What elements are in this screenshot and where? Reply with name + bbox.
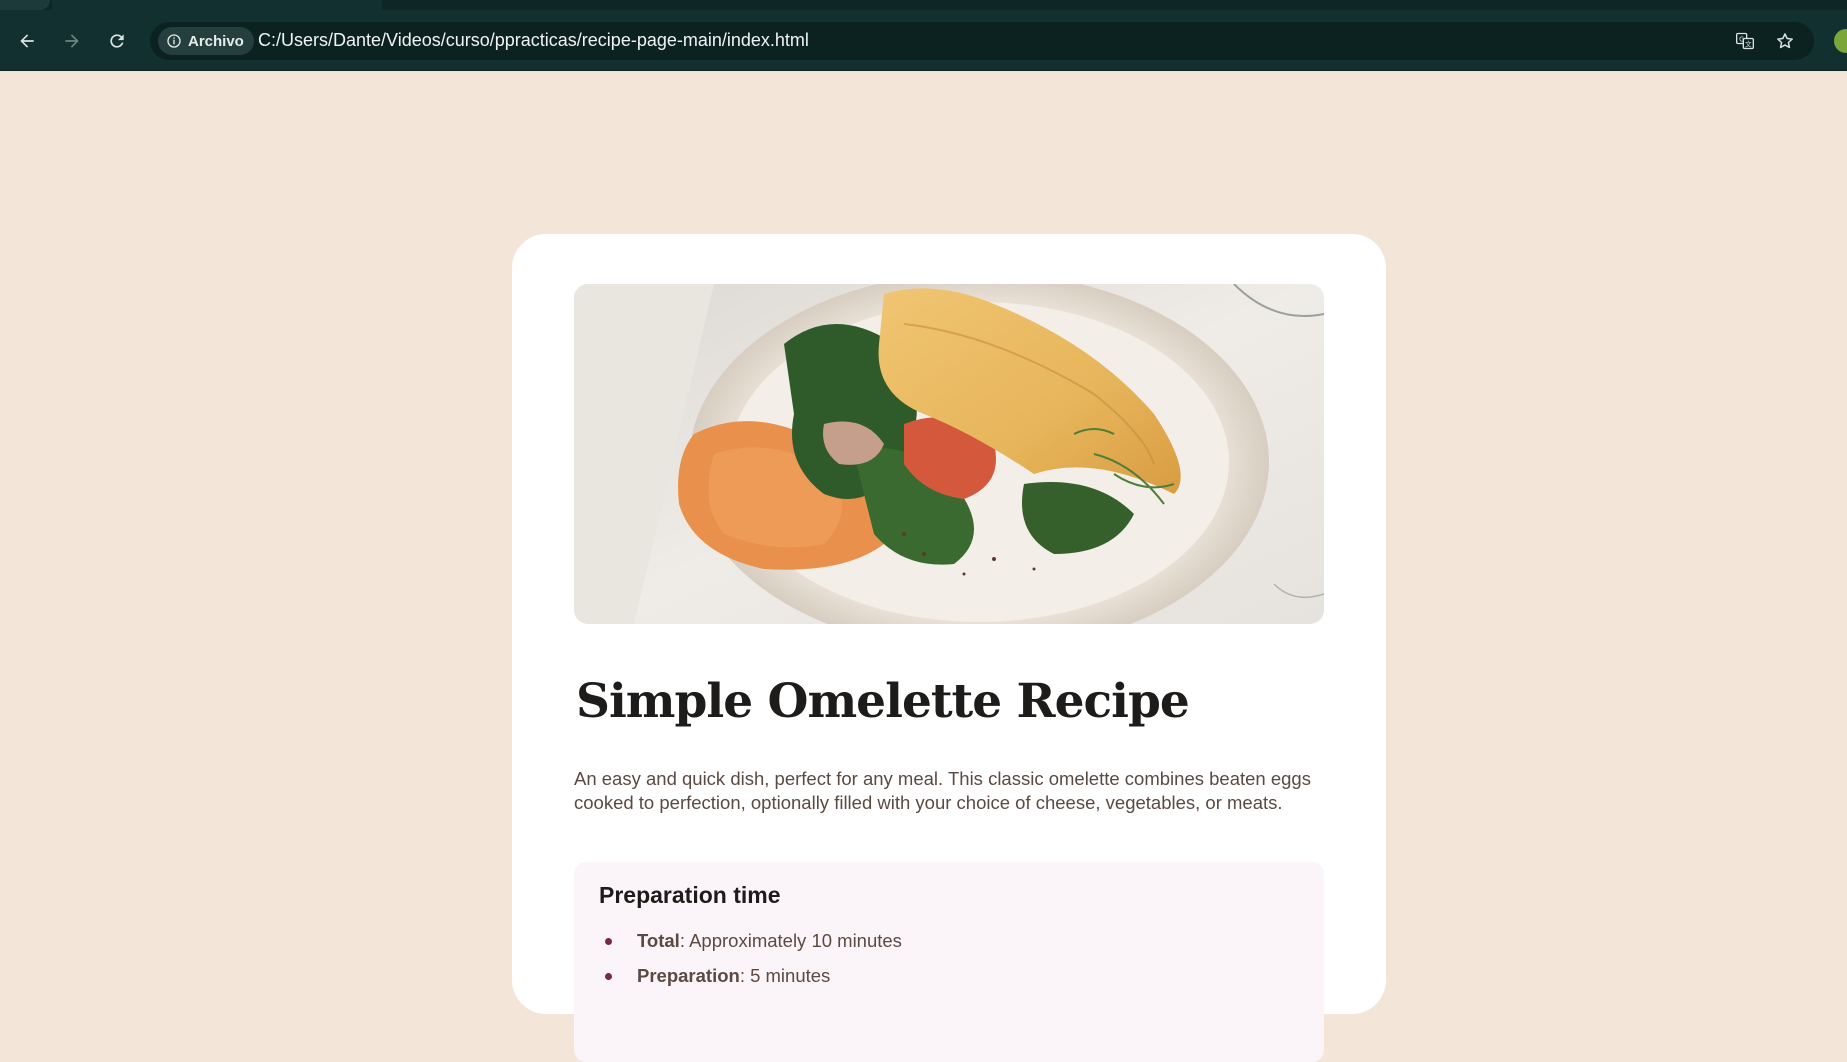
list-item: Preparation: 5 minutes	[599, 965, 902, 1000]
preparation-time-box: Preparation time Total: Approximately 10…	[574, 862, 1324, 1062]
arrow-left-icon	[20, 34, 34, 48]
list-item-value: : 5 minutes	[739, 965, 831, 986]
recipe-card: Simple Omelette Recipe An easy and quick…	[512, 234, 1386, 1062]
profile-avatar[interactable]	[1834, 29, 1847, 53]
list-item: Total: Approximately 10 minutes	[599, 930, 902, 965]
recipe-title: Simple Omelette Recipe	[576, 674, 1190, 729]
browser-toolbar: Archivo C:/Users/Dante/Videos/curso/ppra…	[0, 0, 1847, 71]
bullet-icon	[605, 973, 612, 980]
reload-button[interactable]	[100, 24, 134, 58]
address-bar[interactable]: Archivo C:/Users/Dante/Videos/curso/ppra…	[150, 22, 1814, 60]
site-info-chip[interactable]: Archivo	[158, 27, 254, 55]
translate-icon: G 文	[1736, 32, 1754, 50]
tab-active[interactable]	[52, 0, 382, 10]
tab-strip	[0, 0, 1847, 10]
back-button[interactable]	[10, 24, 44, 58]
url-text[interactable]: C:/Users/Dante/Videos/curso/ppracticas/r…	[258, 30, 809, 51]
svg-text:文: 文	[1745, 39, 1752, 48]
forward-button[interactable]	[55, 24, 89, 58]
translate-button[interactable]: G 文	[1734, 30, 1756, 52]
preparation-heading: Preparation time	[599, 882, 781, 908]
reload-icon	[110, 34, 124, 48]
bookmark-button[interactable]	[1774, 30, 1796, 52]
preparation-list: Total: Approximately 10 minutes Preparat…	[599, 930, 902, 1000]
bullet-icon	[605, 938, 612, 945]
info-icon	[167, 34, 181, 48]
omelette-image	[574, 284, 1324, 624]
site-info-label: Archivo	[188, 32, 244, 50]
star-icon	[1777, 33, 1793, 49]
list-item-label: Total	[637, 930, 680, 951]
list-item-value: : Approximately 10 minutes	[679, 930, 902, 951]
recipe-intro: An easy and quick dish, perfect for any …	[574, 768, 1311, 813]
arrow-right-icon	[65, 34, 79, 48]
list-item-label: Preparation	[637, 965, 740, 986]
tab-inactive[interactable]	[0, 0, 50, 10]
